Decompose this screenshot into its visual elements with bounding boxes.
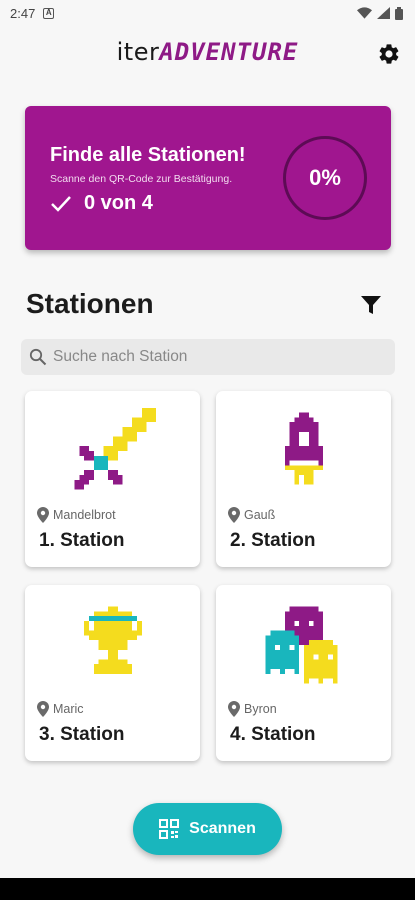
pixel-sword-icon xyxy=(74,407,156,490)
system-nav-bar xyxy=(0,878,415,900)
stations-heading: Stationen xyxy=(26,288,154,319)
status-bar: 2:47 A xyxy=(0,0,415,26)
station-location: Mandelbrot xyxy=(37,507,116,523)
pixel-rocket-icon xyxy=(284,412,323,485)
pixel-trophy-icon xyxy=(83,606,142,674)
battery-icon xyxy=(395,6,403,20)
search-icon xyxy=(29,348,47,366)
gear-icon[interactable] xyxy=(377,42,401,66)
station-location-label: Maric xyxy=(53,702,84,716)
logo-prefix: iter xyxy=(116,38,160,66)
notification-icon: A xyxy=(43,7,55,19)
status-time: 2:47 xyxy=(10,5,36,21)
station-card-2[interactable]: Gauß 2. Station xyxy=(216,391,391,567)
location-pin-icon xyxy=(37,701,49,717)
filter-icon[interactable] xyxy=(360,294,382,316)
wifi-icon xyxy=(357,7,372,19)
station-name: 4. Station xyxy=(230,724,316,745)
progress-card: Finde alle Stationen! Scanne den QR-Code… xyxy=(25,106,391,250)
progress-subtitle: Scanne den QR-Code zur Bestätigung. xyxy=(50,173,233,185)
progress-count-text: 0 von 4 xyxy=(84,192,153,214)
station-name: 2. Station xyxy=(230,530,316,551)
location-pin-icon xyxy=(37,507,49,523)
station-location-label: Mandelbrot xyxy=(53,508,116,522)
signal-icon xyxy=(377,7,390,19)
app-bar: iterADVENTURE xyxy=(0,30,415,76)
pixel-ghosts-icon xyxy=(265,606,338,684)
station-location-label: Gauß xyxy=(244,508,276,522)
station-location: Gauß xyxy=(228,507,275,523)
station-location-label: Byron xyxy=(244,702,277,716)
scan-button[interactable]: Scannen xyxy=(133,803,282,855)
progress-ring: 0% xyxy=(283,136,367,220)
checkmark-icon xyxy=(51,195,71,212)
app-logo: iterADVENTURE xyxy=(0,38,415,67)
qr-code-icon xyxy=(159,819,180,839)
location-pin-icon xyxy=(228,507,240,523)
station-name: 3. Station xyxy=(39,724,125,745)
scan-button-label: Scannen xyxy=(189,820,256,837)
progress-title: Finde alle Stationen! xyxy=(50,144,246,166)
progress-percent: 0% xyxy=(309,165,341,190)
station-card-4[interactable]: Byron 4. Station xyxy=(216,585,391,761)
station-card-3[interactable]: Maric 3. Station xyxy=(25,585,200,761)
logo-suffix: ADVENTURE xyxy=(159,38,299,66)
station-location: Maric xyxy=(37,701,84,717)
station-location: Byron xyxy=(228,701,277,717)
progress-count: 0 von 4 xyxy=(50,192,153,215)
search-bar[interactable] xyxy=(21,339,395,375)
station-card-1[interactable]: Mandelbrot 1. Station xyxy=(25,391,200,567)
search-input[interactable] xyxy=(53,348,373,366)
location-pin-icon xyxy=(228,701,240,717)
station-name: 1. Station xyxy=(39,530,125,551)
